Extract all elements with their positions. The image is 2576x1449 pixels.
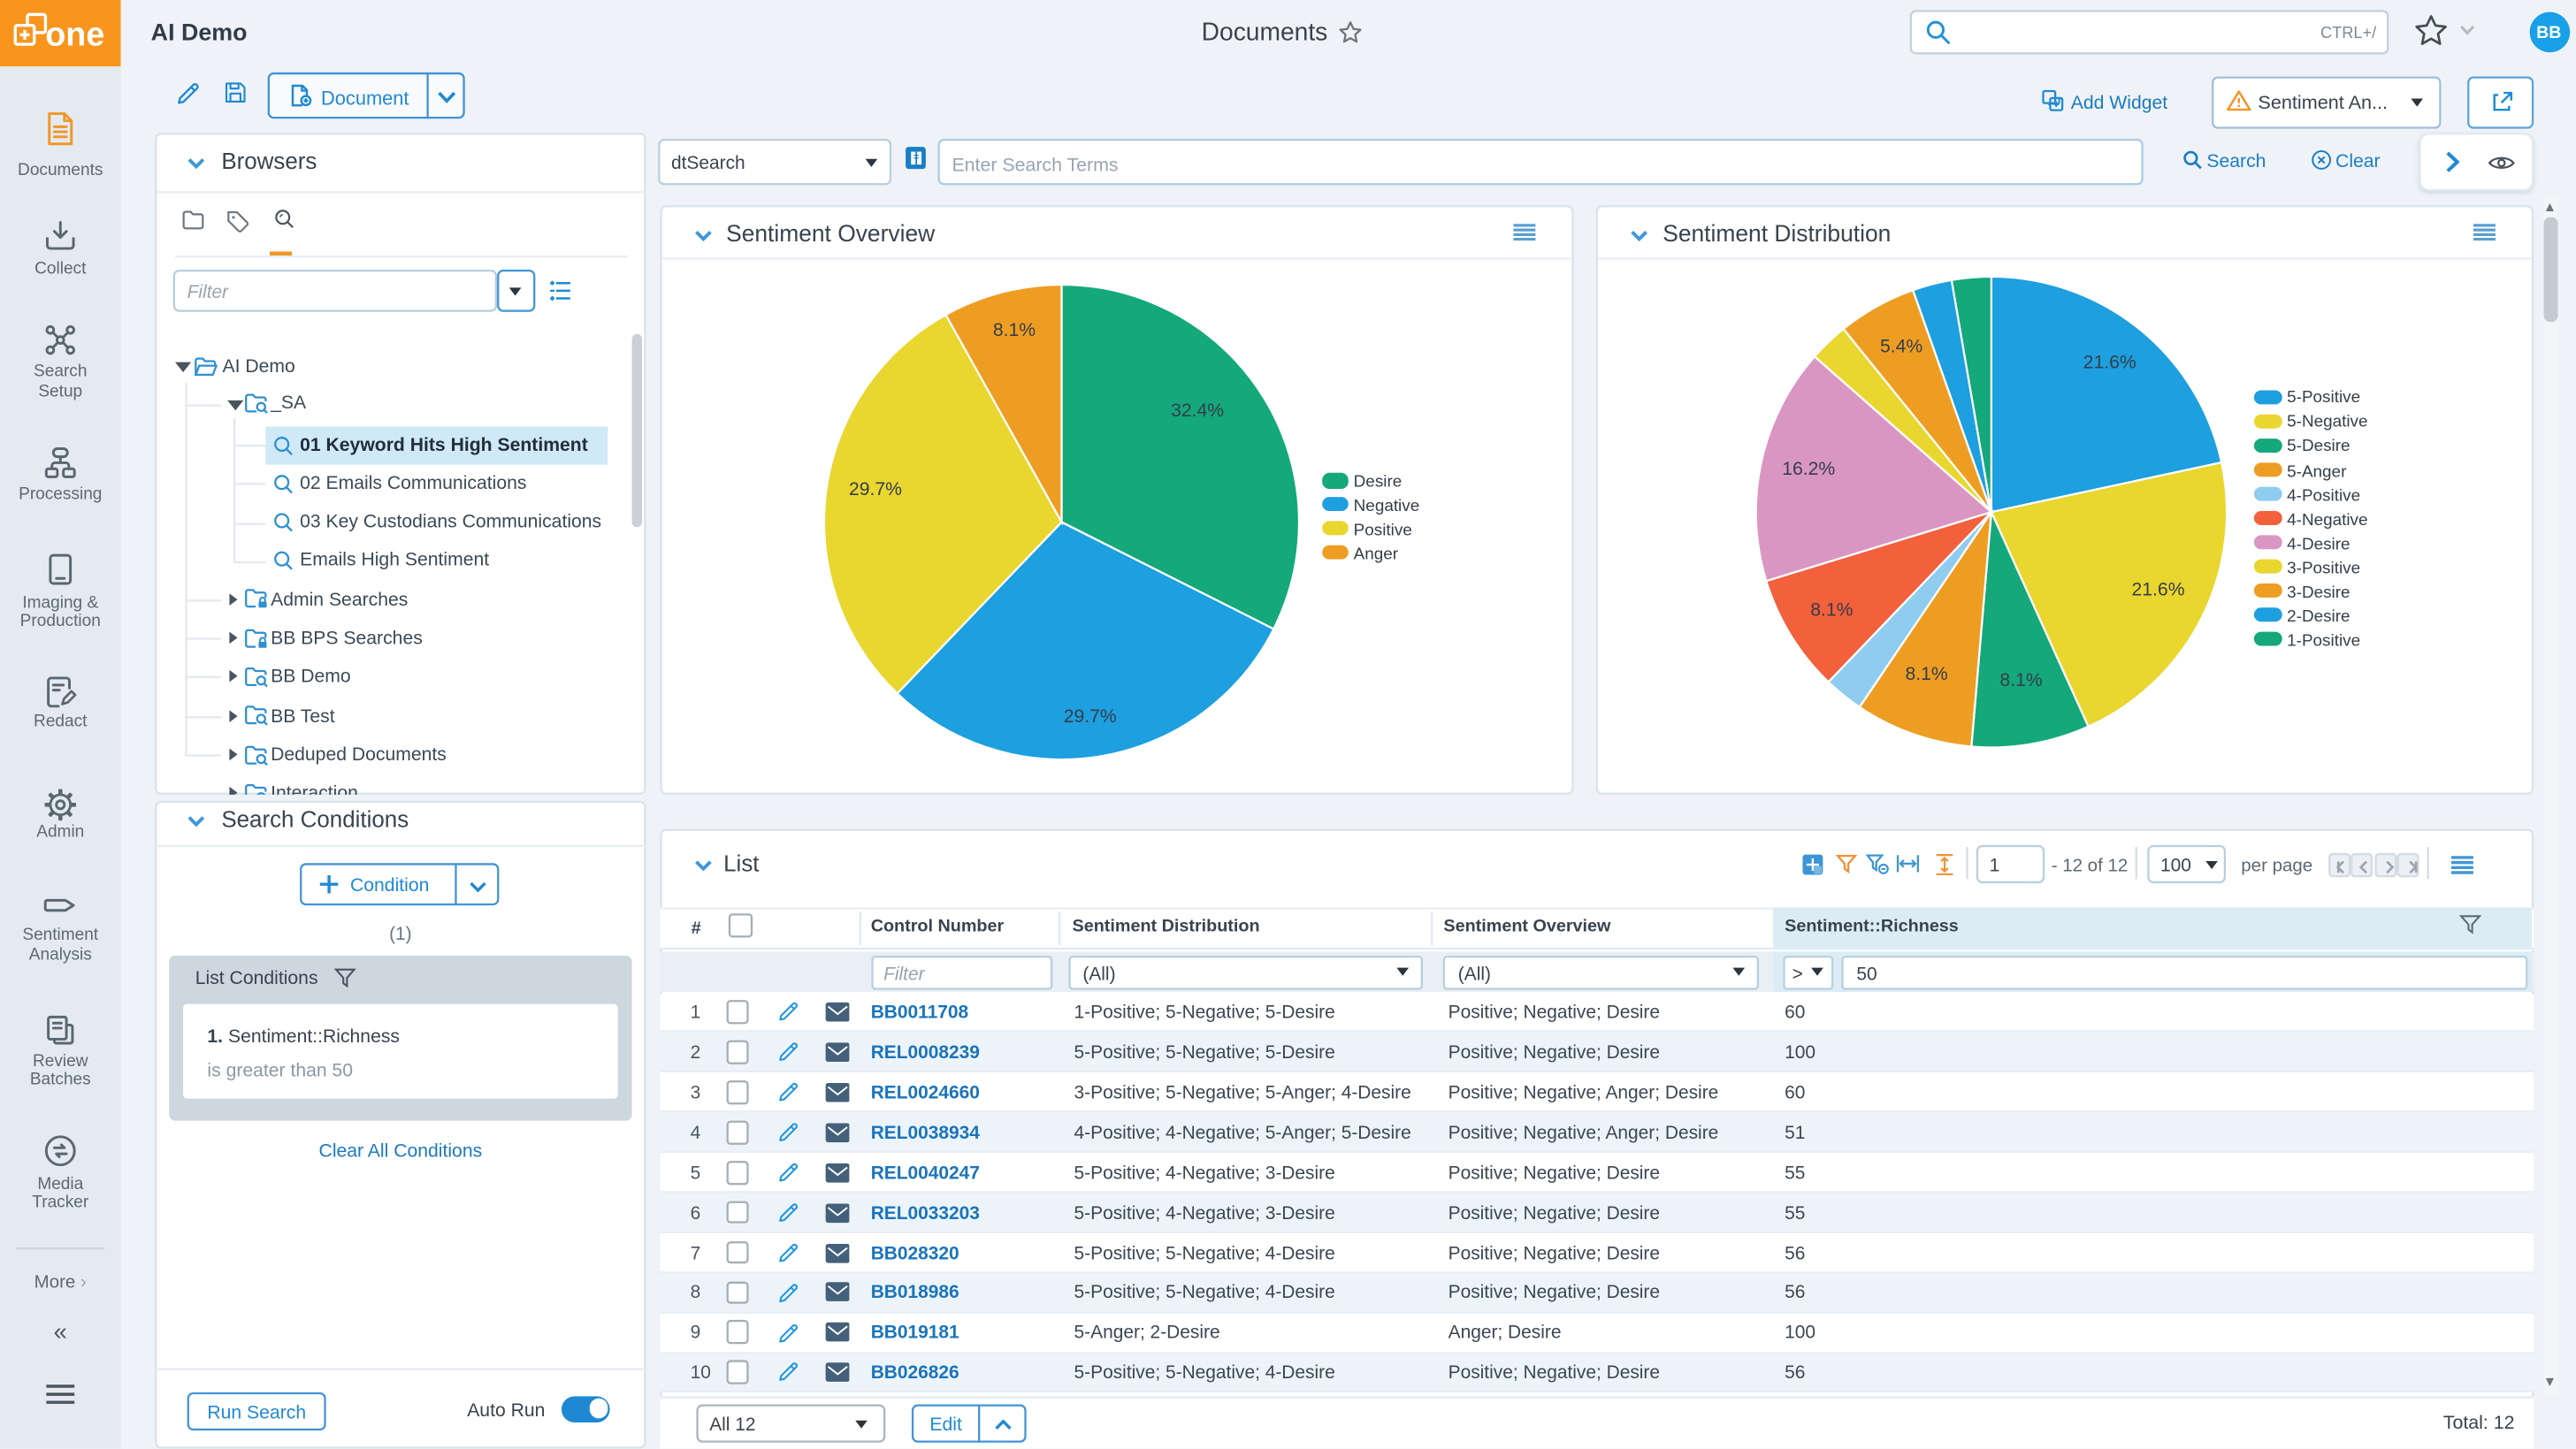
svg-text:one: one — [45, 16, 104, 53]
